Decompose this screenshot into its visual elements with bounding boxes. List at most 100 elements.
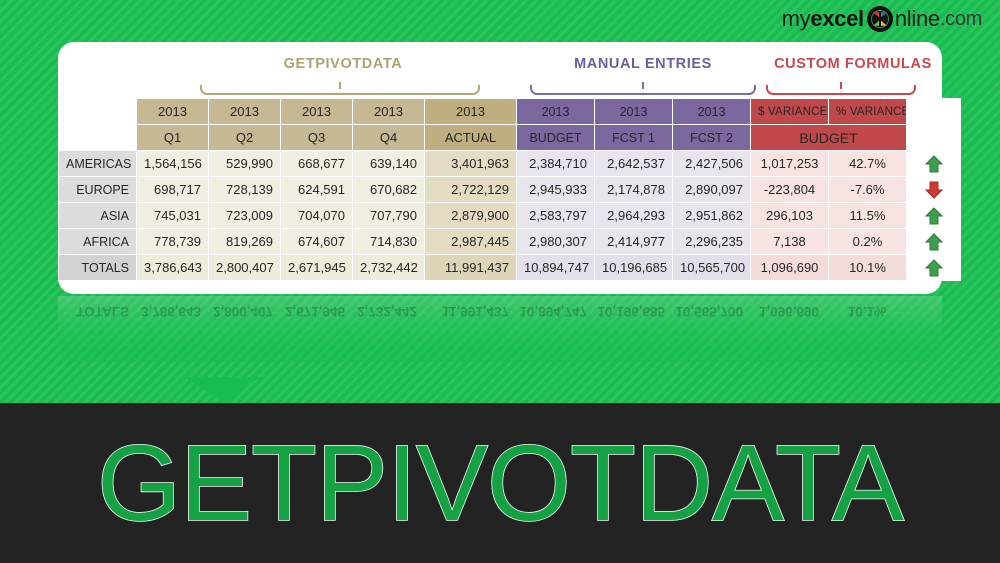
- table-header-measure-row: Q1 Q2 Q3 Q4 ACTUAL BUDGET FCST 1 FCST 2 …: [58, 124, 961, 151]
- cell-q3: 2,671,945: [280, 254, 353, 281]
- cell-q2: 728,139: [208, 176, 281, 203]
- logo-text-excel: excel: [810, 6, 864, 31]
- cell-q2: 529,990: [208, 150, 281, 177]
- caption-manual-entries: MANUAL ENTRIES: [574, 56, 712, 72]
- cell-q3: 668,677: [280, 150, 353, 177]
- cell-actual: 2,722,129: [424, 176, 517, 203]
- cell-dvar: 1,096,690: [750, 254, 829, 281]
- table-row: AFRICA 778,739 819,269 674,607 714,830 2,987,…: [58, 228, 961, 255]
- cell-fcst1: 2,964,293: [594, 202, 673, 229]
- table-card: GETPIVOTDATA MANUAL ENTRIES CUSTOM FORMU…: [58, 42, 961, 294]
- cell-pvar: 10.1%: [828, 254, 907, 281]
- cell-q1: 3,786,643: [136, 254, 209, 281]
- header-trend-spacer: [906, 98, 961, 125]
- cell-q3: 624,591: [280, 176, 353, 203]
- row-label: EUROPE: [58, 176, 137, 203]
- header-year-q2: 2013: [208, 98, 281, 125]
- trend-down-icon: [906, 176, 961, 203]
- slide-background: myexcel nline.com TOTALS 3,786,643 2,800…: [0, 0, 1000, 563]
- header-year-fcst1: 2013: [594, 98, 673, 125]
- table-row: ASIA 745,031 723,009 704,070 707,790 2,879,90…: [58, 202, 961, 229]
- header-q2: Q2: [208, 124, 281, 151]
- brace-manual-entries: [530, 82, 756, 95]
- page-title: GETPIVOTDATA: [0, 403, 1000, 563]
- header-corner-2: [58, 124, 137, 151]
- cell-q4: 714,830: [352, 228, 425, 255]
- cell-dvar: 7,138: [750, 228, 829, 255]
- reflection-fade: [58, 296, 942, 362]
- trend-up-icon: [906, 150, 961, 177]
- brace-custom-formulas: [766, 82, 916, 95]
- logo-text-nline: nline: [894, 6, 940, 31]
- header-percent-variance: % VARIANCE: [828, 98, 907, 125]
- table-row: EUROPE 698,717 728,139 624,591 670,682 2,722,…: [58, 176, 961, 203]
- cell-fcst2: 2,296,235: [672, 228, 751, 255]
- cell-budget: 2,384,710: [516, 150, 595, 177]
- header-q1: Q1: [136, 124, 209, 151]
- caption-custom-formulas: CUSTOM FORMULAS: [774, 56, 932, 72]
- cell-pvar: -7.6%: [828, 176, 907, 203]
- row-label: AFRICA: [58, 228, 137, 255]
- cell-q1: 778,739: [136, 228, 209, 255]
- cell-actual: 2,987,445: [424, 228, 517, 255]
- cell-actual: 2,879,900: [424, 202, 517, 229]
- table-header-year-row: 2013 2013 2013 2013 2013 2013 2013 2013 …: [58, 98, 961, 125]
- cell-budget: 10,894,747: [516, 254, 595, 281]
- caption-getpivotdata: GETPIVOTDATA: [283, 56, 403, 72]
- cell-q2: 2,800,407: [208, 254, 281, 281]
- cell-dvar: 296,103: [750, 202, 829, 229]
- header-q4: Q4: [352, 124, 425, 151]
- row-label: TOTALS: [58, 254, 137, 281]
- header-q3: Q3: [280, 124, 353, 151]
- x-mark-icon: [866, 6, 893, 32]
- cell-pvar: 11.5%: [828, 202, 907, 229]
- cell-q1: 1,564,156: [136, 150, 209, 177]
- callout-pointer: [185, 377, 261, 403]
- cell-actual: 11,991,437: [424, 254, 517, 281]
- table-body: AMERICAS 1,564,156 529,990 668,677 639,140 3,…: [58, 150, 961, 281]
- cell-q1: 745,031: [136, 202, 209, 229]
- cell-q3: 704,070: [280, 202, 353, 229]
- header-budget: BUDGET: [516, 124, 595, 151]
- header-trend-spacer-2: [906, 124, 961, 151]
- brand-logo: my excel nline .com: [782, 6, 982, 32]
- cell-dvar: 1,017,253: [750, 150, 829, 177]
- cell-q4: 670,682: [352, 176, 425, 203]
- cell-q3: 674,607: [280, 228, 353, 255]
- cell-fcst2: 2,890,097: [672, 176, 751, 203]
- cell-budget: 2,945,933: [516, 176, 595, 203]
- pivot-summary-table: 2013 2013 2013 2013 2013 2013 2013 2013 …: [58, 98, 961, 281]
- cell-fcst1: 2,174,878: [594, 176, 673, 203]
- cell-fcst1: 2,414,977: [594, 228, 673, 255]
- header-year-budget: 2013: [516, 98, 595, 125]
- header-year-q3: 2013: [280, 98, 353, 125]
- logo-text-dotcom: .com: [939, 7, 982, 30]
- header-year-q4: 2013: [352, 98, 425, 125]
- logo-text-my: my: [781, 6, 811, 31]
- row-label: AMERICAS: [58, 150, 137, 177]
- cell-q1: 698,717: [136, 176, 209, 203]
- cell-budget: 2,980,307: [516, 228, 595, 255]
- cell-q2: 723,009: [208, 202, 281, 229]
- header-fcst2: FCST 2: [672, 124, 751, 151]
- header-year-actual: 2013: [424, 98, 517, 125]
- trend-up-icon: [906, 202, 961, 229]
- cell-pvar: 42.7%: [828, 150, 907, 177]
- cell-q4: 639,140: [352, 150, 425, 177]
- cell-fcst2: 10,565,700: [672, 254, 751, 281]
- header-variance-budget: BUDGET: [750, 124, 907, 151]
- cell-dvar: -223,804: [750, 176, 829, 203]
- row-label: ASIA: [58, 202, 137, 229]
- cell-fcst1: 2,642,537: [594, 150, 673, 177]
- header-dollar-variance: $ VARIANCE: [750, 98, 829, 125]
- cell-fcst2: 2,951,862: [672, 202, 751, 229]
- cell-actual: 3,401,963: [424, 150, 517, 177]
- header-year-fcst2: 2013: [672, 98, 751, 125]
- trend-up-icon: [906, 228, 961, 255]
- header-actual: ACTUAL: [424, 124, 517, 151]
- cell-fcst1: 10,196,685: [594, 254, 673, 281]
- cell-q4: 707,790: [352, 202, 425, 229]
- table-totals-row: TOTALS 3,786,643 2,800,407 2,671,945 2,732,4…: [58, 254, 961, 281]
- cell-q2: 819,269: [208, 228, 281, 255]
- cell-q4: 2,732,442: [352, 254, 425, 281]
